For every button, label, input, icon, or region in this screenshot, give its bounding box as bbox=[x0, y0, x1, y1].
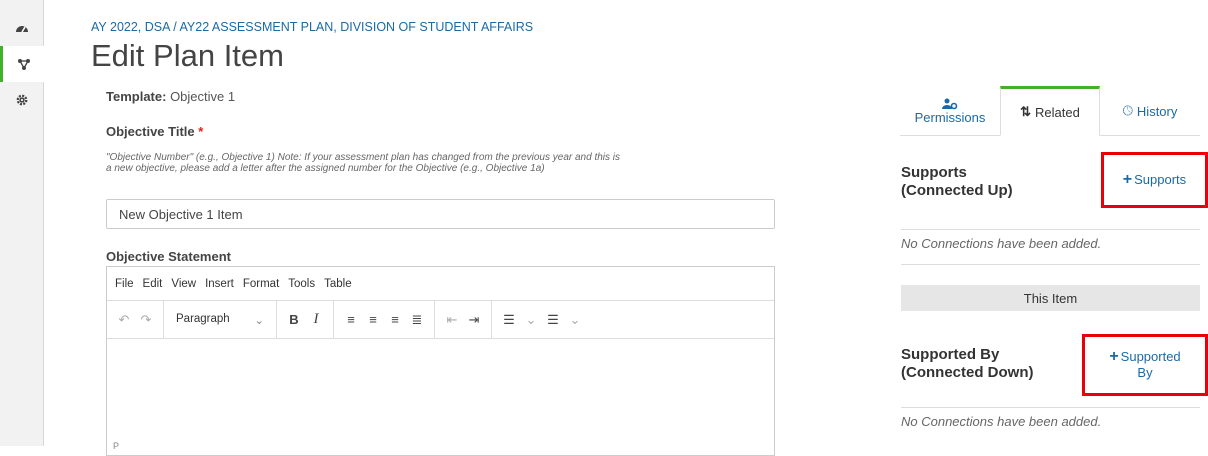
divider bbox=[901, 229, 1200, 230]
indent-icon[interactable]: ⇥ bbox=[463, 312, 485, 328]
nav-settings[interactable] bbox=[0, 82, 44, 118]
required-marker: * bbox=[198, 124, 204, 139]
supports-heading-line2: (Connected Up) bbox=[901, 182, 1013, 199]
editor-status-path: P bbox=[113, 441, 120, 451]
tab-permissions-label: Permissions bbox=[914, 109, 986, 125]
users-gear-icon bbox=[942, 98, 958, 109]
gear-icon bbox=[16, 94, 28, 106]
objective-title-value: New Objective 1 Item bbox=[119, 206, 243, 222]
page-title: Edit Plan Item bbox=[91, 38, 284, 73]
breadcrumb[interactable]: AY 2022, DSA / AY22 ASSESSMENT PLAN, DIV… bbox=[91, 20, 533, 34]
numbered-list-chevron-icon[interactable]: ⌄ bbox=[520, 312, 542, 328]
hierarchy-icon bbox=[17, 59, 30, 70]
undo-icon[interactable]: ↶ bbox=[113, 312, 135, 328]
menu-view[interactable]: View bbox=[171, 278, 196, 290]
objective-title-input[interactable]: New Objective 1 Item bbox=[106, 199, 775, 229]
editor-toolbar: ↶ ↷ Paragraph ⌄ B I ≡ ≡ ≡ ≣ ⇤ ⇥ ☰ ⌄ ☰ ⌄ bbox=[107, 301, 774, 339]
sort-arrows-icon: ⇅ bbox=[1020, 104, 1032, 119]
rich-text-editor: File Edit View Insert Format Tools Table… bbox=[106, 266, 775, 456]
supported-by-heading-line2: (Connected Down) bbox=[901, 364, 1034, 381]
menu-table[interactable]: Table bbox=[324, 278, 352, 290]
tab-history-label: History bbox=[1136, 103, 1178, 119]
supported-by-heading-line1: Supported By bbox=[901, 346, 1000, 363]
template-label: Template: bbox=[106, 89, 167, 104]
supports-heading: Supports (Connected Up) bbox=[901, 164, 1013, 200]
block-format-select[interactable]: Paragraph ⌄ bbox=[164, 301, 277, 338]
supported-by-heading: Supported By (Connected Down) bbox=[901, 346, 1034, 382]
side-tabs: Permissions ⇅ Related 🕓︎ History bbox=[900, 86, 1200, 136]
template-value: Objective 1 bbox=[170, 89, 236, 104]
menu-format[interactable]: Format bbox=[243, 278, 279, 290]
italic-icon[interactable]: I bbox=[305, 311, 327, 328]
this-item-bar: This Item bbox=[901, 285, 1200, 311]
bold-icon[interactable]: B bbox=[283, 312, 305, 327]
plus-icon: + bbox=[1122, 171, 1133, 188]
redo-icon[interactable]: ↷ bbox=[135, 312, 157, 328]
bullet-list-chevron-icon[interactable]: ⌄ bbox=[564, 312, 586, 328]
tab-permissions[interactable]: Permissions bbox=[900, 86, 1000, 136]
template-line: Template: Objective 1 bbox=[106, 89, 235, 104]
dashboard-icon bbox=[16, 26, 28, 33]
objective-title-label: Objective Title * bbox=[106, 124, 203, 139]
plus-icon: + bbox=[1109, 348, 1119, 365]
nav-dashboard[interactable] bbox=[0, 10, 44, 46]
left-nav-rail bbox=[0, 0, 44, 446]
add-supported-by-label-line1: Supported bbox=[1120, 349, 1181, 364]
editor-menubar: File Edit View Insert Format Tools Table bbox=[107, 267, 774, 301]
tab-related-label: Related bbox=[1035, 104, 1080, 120]
divider bbox=[901, 264, 1200, 265]
add-supports-button[interactable]: + Supports bbox=[1101, 152, 1208, 208]
add-supported-by-button[interactable]: + Supported By bbox=[1082, 334, 1208, 396]
menu-tools[interactable]: Tools bbox=[288, 278, 315, 290]
tab-related[interactable]: ⇅ Related bbox=[1000, 86, 1100, 136]
block-format-value: Paragraph bbox=[176, 312, 230, 325]
bullet-list-icon[interactable]: ☰ bbox=[542, 312, 564, 328]
align-justify-icon[interactable]: ≣ bbox=[406, 312, 428, 328]
nav-relationships[interactable] bbox=[0, 46, 44, 82]
supports-empty-message: No Connections have been added. bbox=[901, 236, 1102, 251]
numbered-list-icon[interactable]: ☰ bbox=[498, 312, 520, 328]
objective-statement-label: Objective Statement bbox=[106, 249, 231, 264]
editor-content-area[interactable] bbox=[107, 339, 774, 439]
menu-file[interactable]: File bbox=[115, 278, 134, 290]
menu-edit[interactable]: Edit bbox=[143, 278, 163, 290]
add-supports-label: Supports bbox=[1134, 172, 1187, 187]
align-left-icon[interactable]: ≡ bbox=[340, 312, 362, 327]
add-supported-by-label-line2: By bbox=[1137, 365, 1153, 380]
align-center-icon[interactable]: ≡ bbox=[362, 312, 384, 327]
outdent-icon[interactable]: ⇤ bbox=[441, 312, 463, 328]
objective-title-help: "Objective Number" (e.g., Objective 1) N… bbox=[106, 152, 621, 174]
align-right-icon[interactable]: ≡ bbox=[384, 312, 406, 327]
supported-by-empty-message: No Connections have been added. bbox=[901, 414, 1102, 429]
clock-icon: 🕓︎ bbox=[1122, 103, 1133, 118]
supports-heading-line1: Supports bbox=[901, 164, 967, 181]
chevron-down-icon: ⌄ bbox=[254, 314, 264, 327]
divider bbox=[901, 407, 1200, 408]
tab-history[interactable]: 🕓︎ History bbox=[1100, 86, 1200, 136]
objective-title-label-text: Objective Title bbox=[106, 124, 195, 139]
menu-insert[interactable]: Insert bbox=[205, 278, 234, 290]
